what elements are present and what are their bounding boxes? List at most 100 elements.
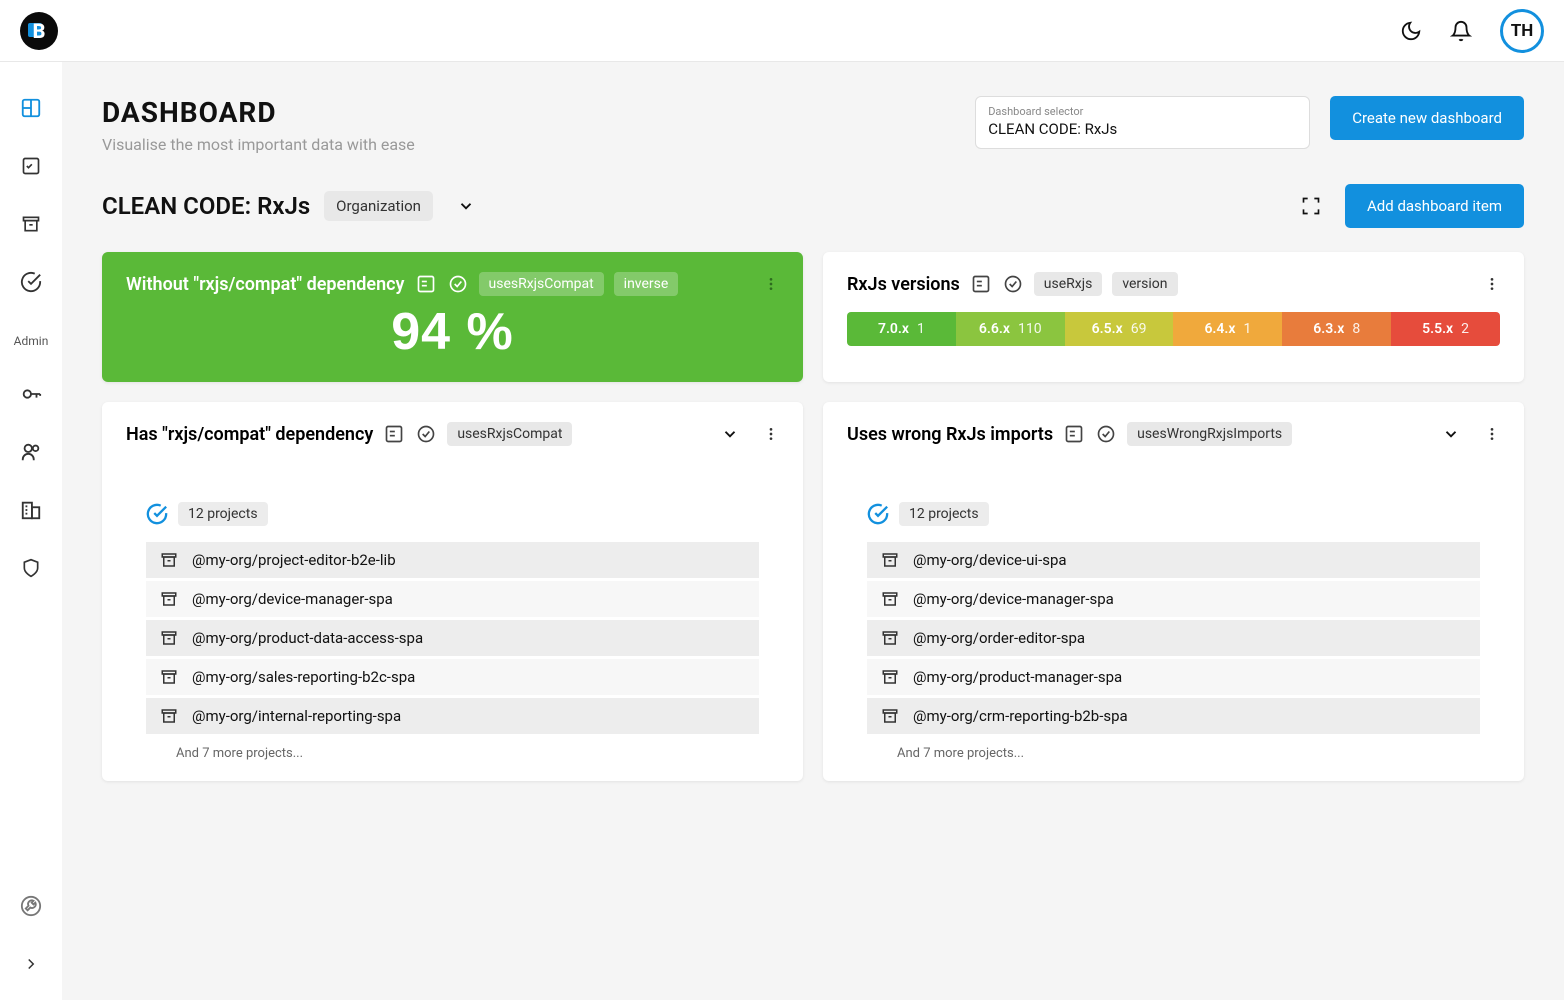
card-menu-icon[interactable] xyxy=(763,424,779,444)
project-list: @my-org/project-editor-b2e-lib @my-org/de… xyxy=(146,542,759,734)
card-title: Without "rxjs/compat" dependency xyxy=(126,274,405,295)
card-title: Has "rxjs/compat" dependency xyxy=(126,424,373,445)
chevron-down-icon[interactable] xyxy=(721,425,739,443)
project-name: @my-org/device-manager-spa xyxy=(913,590,1114,608)
check-circle-icon xyxy=(1095,423,1117,445)
archive-icon xyxy=(881,551,899,569)
version-segment[interactable]: 6.3.x 8 xyxy=(1282,312,1391,346)
check-circle-blue-icon xyxy=(146,503,168,525)
version-segment[interactable]: 6.4.x 1 xyxy=(1173,312,1282,346)
tag: usesRxjsCompat xyxy=(447,422,572,446)
project-count: 12 projects xyxy=(899,502,989,526)
project-name: @my-org/crm-reporting-b2b-spa xyxy=(913,707,1128,725)
header-right: Dashboard selector CLEAN CODE: RxJs Crea… xyxy=(975,96,1524,149)
project-item[interactable]: @my-org/product-manager-spa xyxy=(867,659,1480,695)
project-item[interactable]: @my-org/crm-reporting-b2b-spa xyxy=(867,698,1480,734)
archive-icon xyxy=(881,668,899,686)
project-name: @my-org/device-ui-spa xyxy=(913,551,1067,569)
nav-wrench-icon[interactable] xyxy=(15,890,47,922)
nav-users-icon[interactable] xyxy=(15,436,47,468)
cards-grid: Without "rxjs/compat" dependency usesRxj… xyxy=(102,252,1524,781)
card-title: RxJs versions xyxy=(847,274,960,295)
version-label: 5.5.x xyxy=(1422,321,1453,337)
percentage-value: 94 % xyxy=(126,302,779,362)
version-label: 6.4.x xyxy=(1204,321,1235,337)
dashboard-title-row: CLEAN CODE: RxJs Organization Add dashbo… xyxy=(102,184,1524,228)
version-label: 6.3.x xyxy=(1313,321,1344,337)
project-item[interactable]: @my-org/device-ui-spa xyxy=(867,542,1480,578)
card-header: RxJs versions useRxjs version xyxy=(847,272,1500,296)
version-segment[interactable]: 6.5.x69 xyxy=(1065,312,1174,346)
archive-icon xyxy=(160,668,178,686)
tag: useRxjs xyxy=(1034,272,1103,296)
list-icon xyxy=(970,273,992,295)
version-count: 1 xyxy=(1243,321,1251,337)
dashboard-name: CLEAN CODE: RxJs xyxy=(102,192,310,220)
project-name: @my-org/project-editor-b2e-lib xyxy=(192,551,396,569)
project-list: @my-org/device-ui-spa @my-org/device-mana… xyxy=(867,542,1480,734)
dashboard-selector[interactable]: Dashboard selector CLEAN CODE: RxJs xyxy=(975,96,1310,149)
topbar: B TH xyxy=(0,0,1564,62)
card-menu-icon[interactable] xyxy=(763,274,779,294)
project-item[interactable]: @my-org/sales-reporting-b2c-spa xyxy=(146,659,759,695)
chevron-down-icon[interactable] xyxy=(1442,425,1460,443)
selector-label: Dashboard selector xyxy=(988,105,1297,118)
card-menu-icon[interactable] xyxy=(1484,424,1500,444)
archive-icon xyxy=(160,707,178,725)
more-projects-text: And 7 more projects... xyxy=(176,746,759,761)
project-name: @my-org/product-manager-spa xyxy=(913,668,1122,686)
archive-icon xyxy=(881,590,899,608)
project-name: @my-org/order-editor-spa xyxy=(913,629,1085,647)
nav-building-icon[interactable] xyxy=(15,494,47,526)
nav-checklist-icon[interactable] xyxy=(15,150,47,182)
version-label: 6.5.x xyxy=(1092,321,1123,337)
app-logo[interactable]: B xyxy=(20,12,58,50)
bell-icon[interactable] xyxy=(1450,20,1472,42)
sidebar: Admin xyxy=(0,62,62,1000)
tag: version xyxy=(1112,272,1177,296)
project-item[interactable]: @my-org/product-data-access-spa xyxy=(146,620,759,656)
user-avatar[interactable]: TH xyxy=(1500,9,1544,53)
page-title: DASHBOARD xyxy=(102,96,415,129)
project-name: @my-org/sales-reporting-b2c-spa xyxy=(192,668,415,686)
card-wrong-imports: Uses wrong RxJs imports usesWrongRxjsImp… xyxy=(823,402,1524,781)
list-icon xyxy=(383,423,405,445)
archive-icon xyxy=(160,551,178,569)
project-item[interactable]: @my-org/project-editor-b2e-lib xyxy=(146,542,759,578)
nav-key-icon[interactable] xyxy=(15,378,47,410)
version-count: 8 xyxy=(1352,321,1360,337)
version-segment[interactable]: 7.0.x1 xyxy=(847,312,956,346)
card-header: Uses wrong RxJs imports usesWrongRxjsImp… xyxy=(847,422,1500,446)
scope-chip: Organization xyxy=(324,191,433,221)
create-dashboard-button[interactable]: Create new dashboard xyxy=(1330,96,1524,140)
avatar-initials: TH xyxy=(1511,21,1534,41)
version-segment[interactable]: 6.6.x110 xyxy=(956,312,1065,346)
archive-icon xyxy=(881,629,899,647)
project-count: 12 projects xyxy=(178,502,268,526)
project-item[interactable]: @my-org/device-manager-spa xyxy=(146,581,759,617)
version-segment[interactable]: 5.5.x2 xyxy=(1391,312,1500,346)
nav-check-circle-icon[interactable] xyxy=(15,266,47,298)
card-title: Uses wrong RxJs imports xyxy=(847,424,1053,445)
card-has-compat: Has "rxjs/compat" dependency usesRxjsCom… xyxy=(102,402,803,781)
nav-dashboard-icon[interactable] xyxy=(15,92,47,124)
project-count-row: 12 projects xyxy=(867,502,1480,526)
project-item[interactable]: @my-org/order-editor-spa xyxy=(867,620,1480,656)
card-menu-icon[interactable] xyxy=(1484,274,1500,294)
sidebar-expand-icon[interactable] xyxy=(15,948,47,980)
more-projects-text: And 7 more projects... xyxy=(897,746,1480,761)
project-item[interactable]: @my-org/device-manager-spa xyxy=(867,581,1480,617)
header-left: DASHBOARD Visualise the most important d… xyxy=(102,96,415,154)
project-name: @my-org/product-data-access-spa xyxy=(192,629,423,647)
project-item[interactable]: @my-org/internal-reporting-spa xyxy=(146,698,759,734)
version-count: 1 xyxy=(917,321,925,337)
theme-toggle-icon[interactable] xyxy=(1400,20,1422,42)
add-dashboard-item-button[interactable]: Add dashboard item xyxy=(1345,184,1524,228)
card-body: 12 projects @my-org/project-editor-b2e-l… xyxy=(126,502,779,761)
nav-archive-icon[interactable] xyxy=(15,208,47,240)
scope-dropdown-icon[interactable] xyxy=(457,197,475,215)
fullscreen-icon[interactable] xyxy=(1301,196,1321,216)
topbar-right: TH xyxy=(1400,9,1544,53)
nav-shield-icon[interactable] xyxy=(15,552,47,584)
list-icon xyxy=(415,273,437,295)
